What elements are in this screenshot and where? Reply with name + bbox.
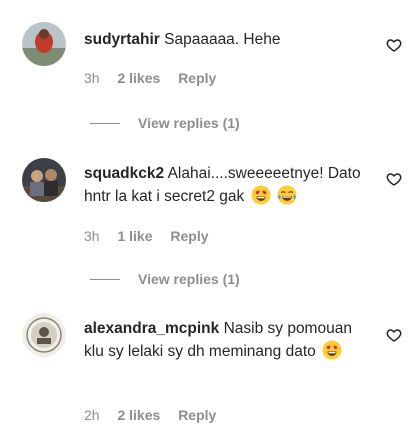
view-replies-button[interactable]: View replies (1) (90, 115, 240, 131)
likes-count[interactable]: 2 likes (117, 407, 160, 423)
avatar[interactable] (22, 313, 66, 357)
username[interactable]: sudyrtahir (84, 31, 160, 48)
comment-time: 3h (84, 70, 100, 86)
comment-body: squadkck2 Alahai....sweeeeetnye! Dato hn… (84, 163, 368, 208)
comment-body: alexandra_mcpink Nasib sy pomouan klu sy… (84, 318, 368, 363)
like-heart-icon[interactable] (386, 37, 402, 53)
view-replies-label: View replies (1) (138, 271, 240, 287)
likes-count[interactable]: 1 like (117, 228, 152, 244)
view-replies-label: View replies (1) (138, 115, 240, 131)
username[interactable]: alexandra_mcpink (84, 320, 219, 337)
reply-button[interactable]: Reply (178, 407, 216, 423)
comment-time: 3h (84, 228, 100, 244)
reply-button[interactable]: Reply (178, 70, 216, 86)
likes-count[interactable]: 2 likes (117, 70, 160, 86)
divider-line (90, 122, 120, 124)
comment-time: 2h (84, 407, 100, 423)
like-heart-icon[interactable] (386, 327, 402, 343)
avatar[interactable] (22, 158, 66, 202)
like-heart-icon[interactable] (386, 171, 402, 187)
comment-meta: 2h 2 likes Reply (84, 407, 230, 423)
comment-meta: 3h 1 like Reply (84, 228, 223, 244)
divider-line (90, 278, 120, 280)
comment-meta: 3h 2 likes Reply (84, 70, 230, 86)
comment-text: Sapaaaaa. Hehe (164, 31, 281, 48)
tears-of-joy-emoji-icon (277, 185, 297, 205)
username[interactable]: squadkck2 (84, 165, 164, 182)
heart-eyes-emoji-icon (322, 340, 342, 360)
reply-button[interactable]: Reply (170, 228, 208, 244)
view-replies-button[interactable]: View replies (1) (90, 271, 240, 287)
avatar[interactable] (22, 22, 66, 66)
comment-body: sudyrtahir Sapaaaaa. Hehe (84, 29, 368, 51)
heart-eyes-emoji-icon (251, 185, 271, 205)
